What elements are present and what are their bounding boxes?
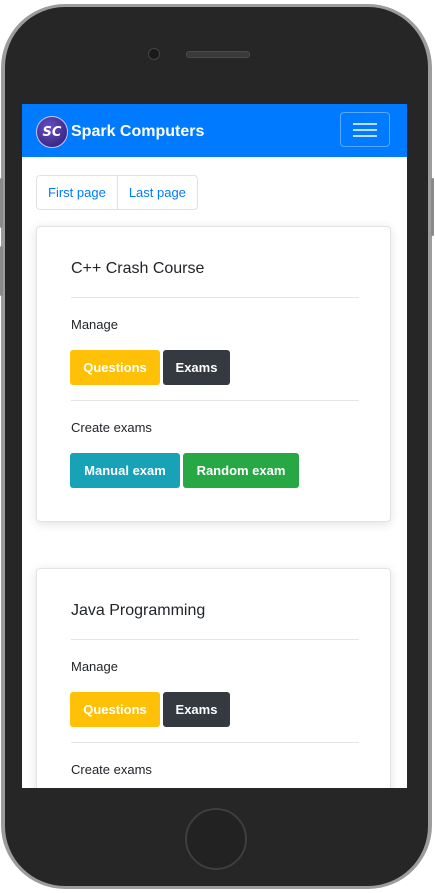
course-title: C++ Crash Course — [71, 260, 205, 277]
phone-side-button — [0, 178, 3, 228]
create-exams-label: Create exams — [71, 420, 152, 435]
last-page-link[interactable]: Last page — [116, 176, 197, 209]
divider — [71, 742, 359, 743]
brand-logo: SC — [36, 116, 68, 148]
camera-icon — [148, 48, 160, 60]
hamburger-menu-icon[interactable] — [340, 112, 390, 147]
manage-label: Manage — [71, 659, 118, 674]
manual-exam-button[interactable]: Manual exam — [70, 453, 180, 488]
questions-button[interactable]: Questions — [70, 350, 160, 385]
exams-button[interactable]: Exams — [163, 350, 230, 385]
screen: SC Spark Computers First page Last page … — [22, 104, 407, 788]
divider — [71, 639, 359, 640]
phone-side-button — [431, 178, 434, 236]
random-exam-button[interactable]: Random exam — [183, 453, 299, 488]
create-exams-label: Create exams — [71, 762, 152, 777]
divider — [71, 400, 359, 401]
exams-button[interactable]: Exams — [163, 692, 230, 727]
first-page-link[interactable]: First page — [37, 176, 117, 209]
speaker-grille — [186, 51, 250, 58]
questions-button[interactable]: Questions — [70, 692, 160, 727]
course-card: Java Programming Manage Questions Exams … — [36, 568, 391, 788]
brand-name: Spark Computers — [71, 123, 205, 140]
home-button[interactable] — [185, 808, 247, 870]
navbar: SC Spark Computers — [22, 104, 407, 157]
course-title: Java Programming — [71, 602, 206, 619]
manage-label: Manage — [71, 317, 118, 332]
course-card: C++ Crash Course Manage Questions Exams … — [36, 226, 391, 522]
divider — [71, 297, 359, 298]
brand-link[interactable]: SC Spark Computers — [36, 116, 204, 148]
pagination: First page Last page — [36, 175, 198, 210]
phone-side-button — [0, 246, 3, 296]
